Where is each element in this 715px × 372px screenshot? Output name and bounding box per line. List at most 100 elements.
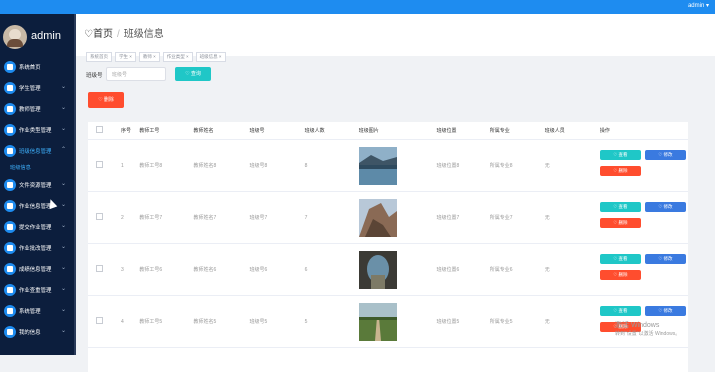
- edit-button[interactable]: ♡ 修改: [644, 149, 686, 160]
- cell-no: 3: [120, 243, 139, 296]
- cell-teacher-id: 教师工号8: [138, 139, 193, 192]
- breadcrumb: ♡首页 / 班级信息: [84, 25, 164, 40]
- windows-watermark: 激活 Windows 转到"设置"以激活 Windows。: [615, 322, 680, 338]
- sidebar-item[interactable]: 系统管理 ⌄: [0, 302, 74, 322]
- class-image[interactable]: [358, 250, 397, 289]
- tag-bar: 系统首页 学生 × 教师 × 作业类型 × 班级信息 ×: [86, 45, 229, 63]
- column-header: 所属专业: [488, 122, 544, 140]
- row-checkbox[interactable]: [96, 161, 103, 168]
- menu-icon: [4, 325, 16, 338]
- nav-tag[interactable]: 教师 ×: [138, 52, 160, 62]
- view-button[interactable]: ♡ 查看: [599, 149, 641, 160]
- sidebar-item-label: 作业类型管理: [19, 127, 52, 134]
- cell-major: 所属专业8: [488, 139, 544, 192]
- row-checkbox[interactable]: [96, 213, 103, 220]
- view-button[interactable]: ♡ 查看: [599, 253, 641, 264]
- cell-teacher-id: 教师工号6: [138, 243, 193, 296]
- nav-tag[interactable]: 作业类型 ×: [162, 52, 193, 62]
- sidebar-item-label: 班级信息管理: [19, 148, 52, 155]
- chevron-icon: ⌄: [60, 327, 66, 334]
- cell-actions: ♡ 查看 ♡ 修改 ♡ 删除: [598, 243, 688, 296]
- column-header: 班级人数: [303, 122, 358, 140]
- sidebar-item-label: 教师管理: [19, 106, 41, 113]
- sidebar-item[interactable]: 作业信息管理 ⌄: [0, 197, 74, 217]
- sidebar-item-label: 系统首页: [19, 65, 41, 71]
- cell-actions: ♡ 查看 ♡ 修改 ♡ 删除: [598, 139, 688, 192]
- avatar: [3, 25, 27, 49]
- brand-title: admin: [31, 30, 61, 42]
- chevron-icon: ⌄: [60, 244, 66, 251]
- sidebar-item[interactable]: 文件资源管理 ⌄: [0, 176, 74, 196]
- edit-button[interactable]: ♡ 修改: [644, 201, 686, 212]
- chevron-icon: ⌄: [60, 181, 66, 188]
- menu-icon: [4, 200, 16, 213]
- row-checkbox[interactable]: [96, 317, 103, 324]
- edit-button[interactable]: ♡ 修改: [644, 253, 686, 264]
- menu-icon: [4, 304, 16, 317]
- chevron-icon: ⌄: [60, 265, 66, 272]
- sidebar-item[interactable]: 作业批改管理 ⌄: [0, 239, 74, 259]
- sidebar-item-label: 学生管理: [19, 85, 41, 92]
- class-image[interactable]: [358, 146, 397, 185]
- class-image[interactable]: [358, 198, 397, 237]
- sidebar-subitem[interactable]: 班级信息: [0, 162, 74, 174]
- menu-icon: [4, 283, 16, 296]
- cell-no: 2: [120, 191, 139, 244]
- query-button[interactable]: ♡ 查询: [175, 67, 211, 81]
- row-checkbox[interactable]: [96, 265, 103, 272]
- chevron-icon: ⌄: [60, 223, 66, 230]
- cell-major: 所属专业7: [488, 191, 544, 244]
- cell-major: 所属专业6: [488, 243, 544, 296]
- cell-position: 班级位置8: [435, 139, 489, 192]
- brand: admin: [3, 25, 75, 53]
- sidebar-item[interactable]: 成绩信息管理 ⌄: [0, 260, 74, 280]
- menu-icon: [4, 61, 16, 73]
- heart-icon: ♡: [84, 29, 93, 40]
- sidebar-item[interactable]: 作业查重管理 ⌄: [0, 281, 74, 301]
- sidebar-item[interactable]: 教师管理 ⌄: [0, 100, 74, 120]
- menu-icon: [4, 123, 16, 136]
- nav-tag[interactable]: 班级信息 ×: [195, 52, 226, 62]
- select-all-checkbox[interactable]: [96, 126, 103, 133]
- cell-count: 6: [303, 243, 358, 296]
- sidebar-subitem-label: 班级信息: [10, 165, 31, 172]
- batch-delete-button[interactable]: ♡ 删除: [88, 92, 124, 108]
- sidebar-item[interactable]: 作业类型管理 ⌄: [0, 121, 74, 141]
- sidebar-item-label: 作业信息管理: [19, 204, 52, 211]
- cell-members: 无: [543, 243, 599, 296]
- delete-button[interactable]: ♡ 删除: [599, 217, 641, 228]
- cell-count: 7: [303, 191, 358, 244]
- nav-tag[interactable]: 系统首页: [86, 52, 112, 62]
- view-button[interactable]: ♡ 查看: [599, 201, 641, 212]
- chevron-icon: ⌄: [60, 104, 66, 111]
- top-bar: admin ▾: [0, 0, 715, 14]
- delete-button[interactable]: ♡ 删除: [599, 269, 641, 280]
- sidebar-item[interactable]: 班级信息管理 ⌃: [0, 142, 74, 162]
- sidebar-item[interactable]: 我的信息 ⌄: [0, 323, 74, 343]
- row-select-cell: [88, 243, 121, 296]
- class-number-input[interactable]: 班级号: [106, 67, 166, 81]
- column-header: 班级号: [248, 122, 304, 140]
- sidebar-item[interactable]: 系统首页: [0, 58, 74, 78]
- sidebar-item[interactable]: 学生管理 ⌄: [0, 79, 74, 99]
- user-menu[interactable]: admin ▾: [688, 2, 709, 9]
- nav-tag[interactable]: 学生 ×: [115, 52, 136, 62]
- class-image[interactable]: [358, 302, 397, 341]
- sidebar-item-label: 文件资源管理: [19, 183, 52, 190]
- menu-icon: [4, 144, 16, 157]
- sidebar-item-label: 作业查重管理: [19, 287, 52, 294]
- breadcrumb-home[interactable]: 首页: [93, 29, 113, 40]
- sidebar-item[interactable]: 提交作业管理 ⌄: [0, 218, 74, 238]
- chevron-icon: ⌄: [60, 306, 66, 313]
- table-row: 2 教师工号7 教师姓名7 班级号7 7 班级位置7 所属专业7 无 ♡ 查看 ♡ 修改 ♡ 删除: [88, 191, 688, 244]
- delete-button[interactable]: ♡ 删除: [599, 165, 641, 176]
- cell-members: 无: [543, 295, 599, 348]
- cell-position: 班级位置5: [435, 295, 489, 348]
- watermark-title: 激活 Windows: [615, 322, 660, 329]
- cell-teacher-name: 教师姓名6: [192, 243, 249, 296]
- cell-image: [357, 295, 436, 348]
- edit-button[interactable]: ♡ 修改: [644, 305, 686, 316]
- cell-class-no: 班级号7: [248, 191, 304, 244]
- sidebar-menu: 系统首页 学生管理 ⌄ 教师管理 ⌄ 作业类型管理 ⌄ 班级信息管理 ⌃ 班级信息 文件资源管理 ⌄ 作…: [0, 58, 74, 344]
- view-button[interactable]: ♡ 查看: [599, 305, 641, 316]
